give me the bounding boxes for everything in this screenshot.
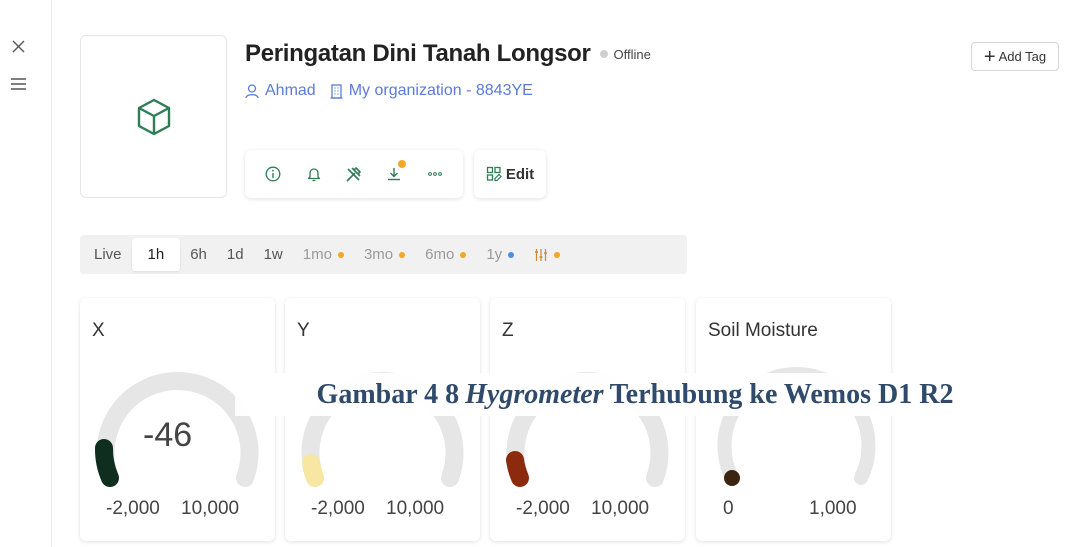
gauge-min: -2,000 (516, 498, 570, 519)
gauge-min: -2,000 (106, 498, 160, 519)
device-header: Peringatan Dini Tanah Longsor Offline (245, 40, 651, 68)
status-label: Offline (613, 46, 651, 62)
range-1h[interactable]: 1h (131, 238, 181, 271)
notifications-button[interactable] (300, 160, 328, 188)
range-6h[interactable]: 6h (180, 238, 217, 271)
user-icon (245, 83, 259, 98)
more-icon (427, 172, 442, 176)
caption-suffix: Terhubung ke Wemos D1 R2 (609, 378, 954, 410)
edit-label: Edit (505, 165, 535, 183)
gauge-max: 10,000 (181, 498, 240, 519)
range-1d[interactable]: 1d (217, 238, 254, 271)
close-icon[interactable] (9, 37, 27, 55)
range-live[interactable]: Live (84, 238, 132, 271)
tools-icon (346, 166, 362, 182)
range-6mo[interactable]: 6mo (415, 238, 476, 271)
gauge-card-soil-moisture[interactable]: Soil Moisture 0 1,000 (696, 298, 891, 541)
range-1y[interactable]: 1y (476, 238, 524, 271)
figure-caption: Gambar 4 8 Hygrometer Terhubung ke Wemos… (235, 373, 1035, 416)
range-custom[interactable] (524, 238, 570, 271)
device-dashboard: Peringatan Dini Tanah Longsor Offline Ah… (0, 0, 1086, 547)
gauge-value: -46 (143, 416, 193, 454)
gauge-max: 10,000 (386, 498, 445, 519)
info-icon (265, 166, 281, 182)
download-icon (388, 168, 401, 181)
plus-icon: + (983, 45, 996, 68)
status-badge: Offline (599, 46, 651, 62)
organization-name: My organization - 8843YE (348, 82, 533, 99)
time-range-selector: Live 1h 6h 1d 1w 1mo 3mo 6mo 1y (80, 235, 687, 274)
device-title: Peringatan Dini Tanah Longsor (245, 40, 591, 67)
owner-name: Ahmad (265, 82, 316, 99)
gauge-max: 10,000 (591, 498, 650, 519)
organization-link[interactable]: My organization - 8843YE (330, 82, 533, 100)
gauge-min: 0 (723, 498, 734, 519)
range-1w[interactable]: 1w (254, 238, 293, 271)
bell-icon (307, 168, 320, 182)
owner-link[interactable]: Ahmad (245, 82, 316, 100)
more-button[interactable] (421, 160, 449, 188)
cube-icon (137, 98, 170, 135)
info-button[interactable] (259, 160, 287, 188)
sliders-icon (535, 248, 548, 261)
building-icon (330, 83, 343, 99)
status-dot (599, 50, 608, 58)
tools-button[interactable] (340, 160, 368, 188)
gauge-card-y[interactable]: Y -2,000 10,000 (285, 298, 480, 541)
premium-dot (554, 251, 561, 258)
gauge-card-x[interactable]: X -46 -2,000 10,000 (80, 298, 275, 541)
premium-dot (508, 251, 515, 258)
menu-icon[interactable] (9, 75, 27, 93)
device-meta: Ahmad My organization - 8843YE (245, 82, 533, 100)
range-1mo[interactable]: 1mo (293, 238, 354, 271)
premium-dot (337, 251, 344, 258)
add-tag-label: Add Tag (998, 49, 1047, 64)
add-tag-button[interactable]: + Add Tag (971, 42, 1059, 71)
premium-dot (399, 251, 406, 258)
range-3mo[interactable]: 3mo (354, 238, 415, 271)
gauge-card-z[interactable]: Z -2,000 10,000 (490, 298, 685, 541)
download-notification-dot (398, 160, 407, 168)
left-rail (0, 0, 52, 547)
gauge-min: -2,000 (311, 498, 365, 519)
caption-italic: Hygrometer (465, 378, 604, 410)
device-thumbnail (80, 35, 227, 198)
download-button[interactable] (380, 160, 408, 188)
gauge-max: 1,000 (809, 498, 857, 519)
premium-dot (460, 251, 467, 258)
caption-prefix: Gambar 4 8 (316, 378, 460, 410)
edit-button[interactable]: Edit (474, 150, 546, 198)
device-toolbar (245, 150, 463, 198)
edit-dashboard-icon (486, 166, 502, 182)
